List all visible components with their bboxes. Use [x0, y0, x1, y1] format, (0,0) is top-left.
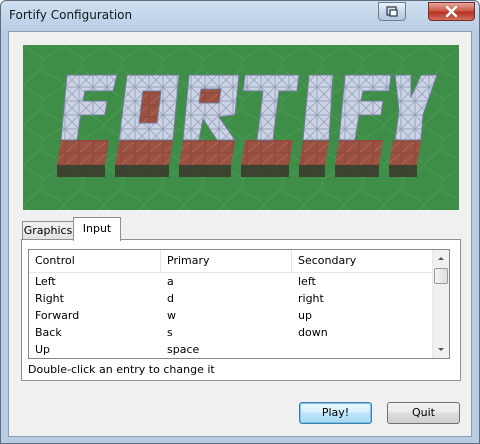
- cell-secondary: right: [298, 292, 324, 305]
- title-bar[interactable]: Fortify Configuration: [1, 1, 479, 31]
- fortify-logo-image: [23, 45, 459, 210]
- tab-graphics[interactable]: Graphics: [22, 221, 74, 240]
- scroll-up-button[interactable]: [433, 250, 449, 267]
- tab-input[interactable]: Input: [73, 217, 121, 241]
- chevron-up-icon: [438, 257, 444, 260]
- close-button[interactable]: [428, 2, 475, 21]
- list-row-right[interactable]: Right d right: [29, 290, 432, 307]
- cell-primary: a: [167, 275, 174, 288]
- restore-button[interactable]: [378, 2, 406, 21]
- cell-secondary: up: [298, 309, 312, 322]
- game-logo-banner: [23, 45, 459, 210]
- cell-control: Back: [35, 326, 62, 339]
- scrollbar-thumb[interactable]: [434, 268, 448, 284]
- cell-secondary: down: [298, 326, 328, 339]
- column-header-primary[interactable]: Primary: [161, 250, 292, 272]
- list-rows: Left a left Right d right Forward w up B…: [29, 273, 432, 358]
- cell-control: Right: [35, 292, 64, 305]
- scroll-down-button[interactable]: [433, 341, 449, 358]
- play-button[interactable]: Play!: [299, 402, 372, 424]
- vertical-scrollbar[interactable]: [432, 250, 449, 358]
- controls-list[interactable]: Control Primary Secondary Left a left Ri…: [28, 249, 450, 359]
- list-header: Control Primary Secondary: [29, 250, 432, 273]
- column-header-control[interactable]: Control: [29, 250, 161, 272]
- cell-primary: w: [167, 309, 176, 322]
- close-icon: [445, 5, 458, 18]
- cell-secondary: left: [298, 275, 316, 288]
- cell-control: Forward: [35, 309, 80, 322]
- list-row-left[interactable]: Left a left: [29, 273, 432, 290]
- app-window: Fortify Configuration Graphics Input Con…: [0, 0, 480, 444]
- cell-control: Up: [35, 343, 51, 356]
- chevron-down-icon: [438, 348, 444, 351]
- column-header-secondary[interactable]: Secondary: [292, 250, 432, 272]
- list-row-up[interactable]: Up space: [29, 341, 432, 358]
- client-area: Graphics Input Control Primary Secondary…: [8, 31, 472, 437]
- quit-button[interactable]: Quit: [387, 402, 460, 424]
- list-row-forward[interactable]: Forward w up: [29, 307, 432, 324]
- cell-secondary: [292, 341, 432, 358]
- cell-control: Left: [35, 275, 56, 288]
- hint-text: Double-click an entry to change it: [28, 363, 215, 376]
- cell-primary: space: [167, 343, 200, 356]
- cell-primary: d: [167, 292, 174, 305]
- window-title: Fortify Configuration: [9, 8, 133, 22]
- restore-icon: [386, 6, 398, 17]
- input-tab-panel: Control Primary Secondary Left a left Ri…: [21, 239, 461, 381]
- cell-primary: s: [167, 326, 173, 339]
- list-row-back[interactable]: Back s down: [29, 324, 432, 341]
